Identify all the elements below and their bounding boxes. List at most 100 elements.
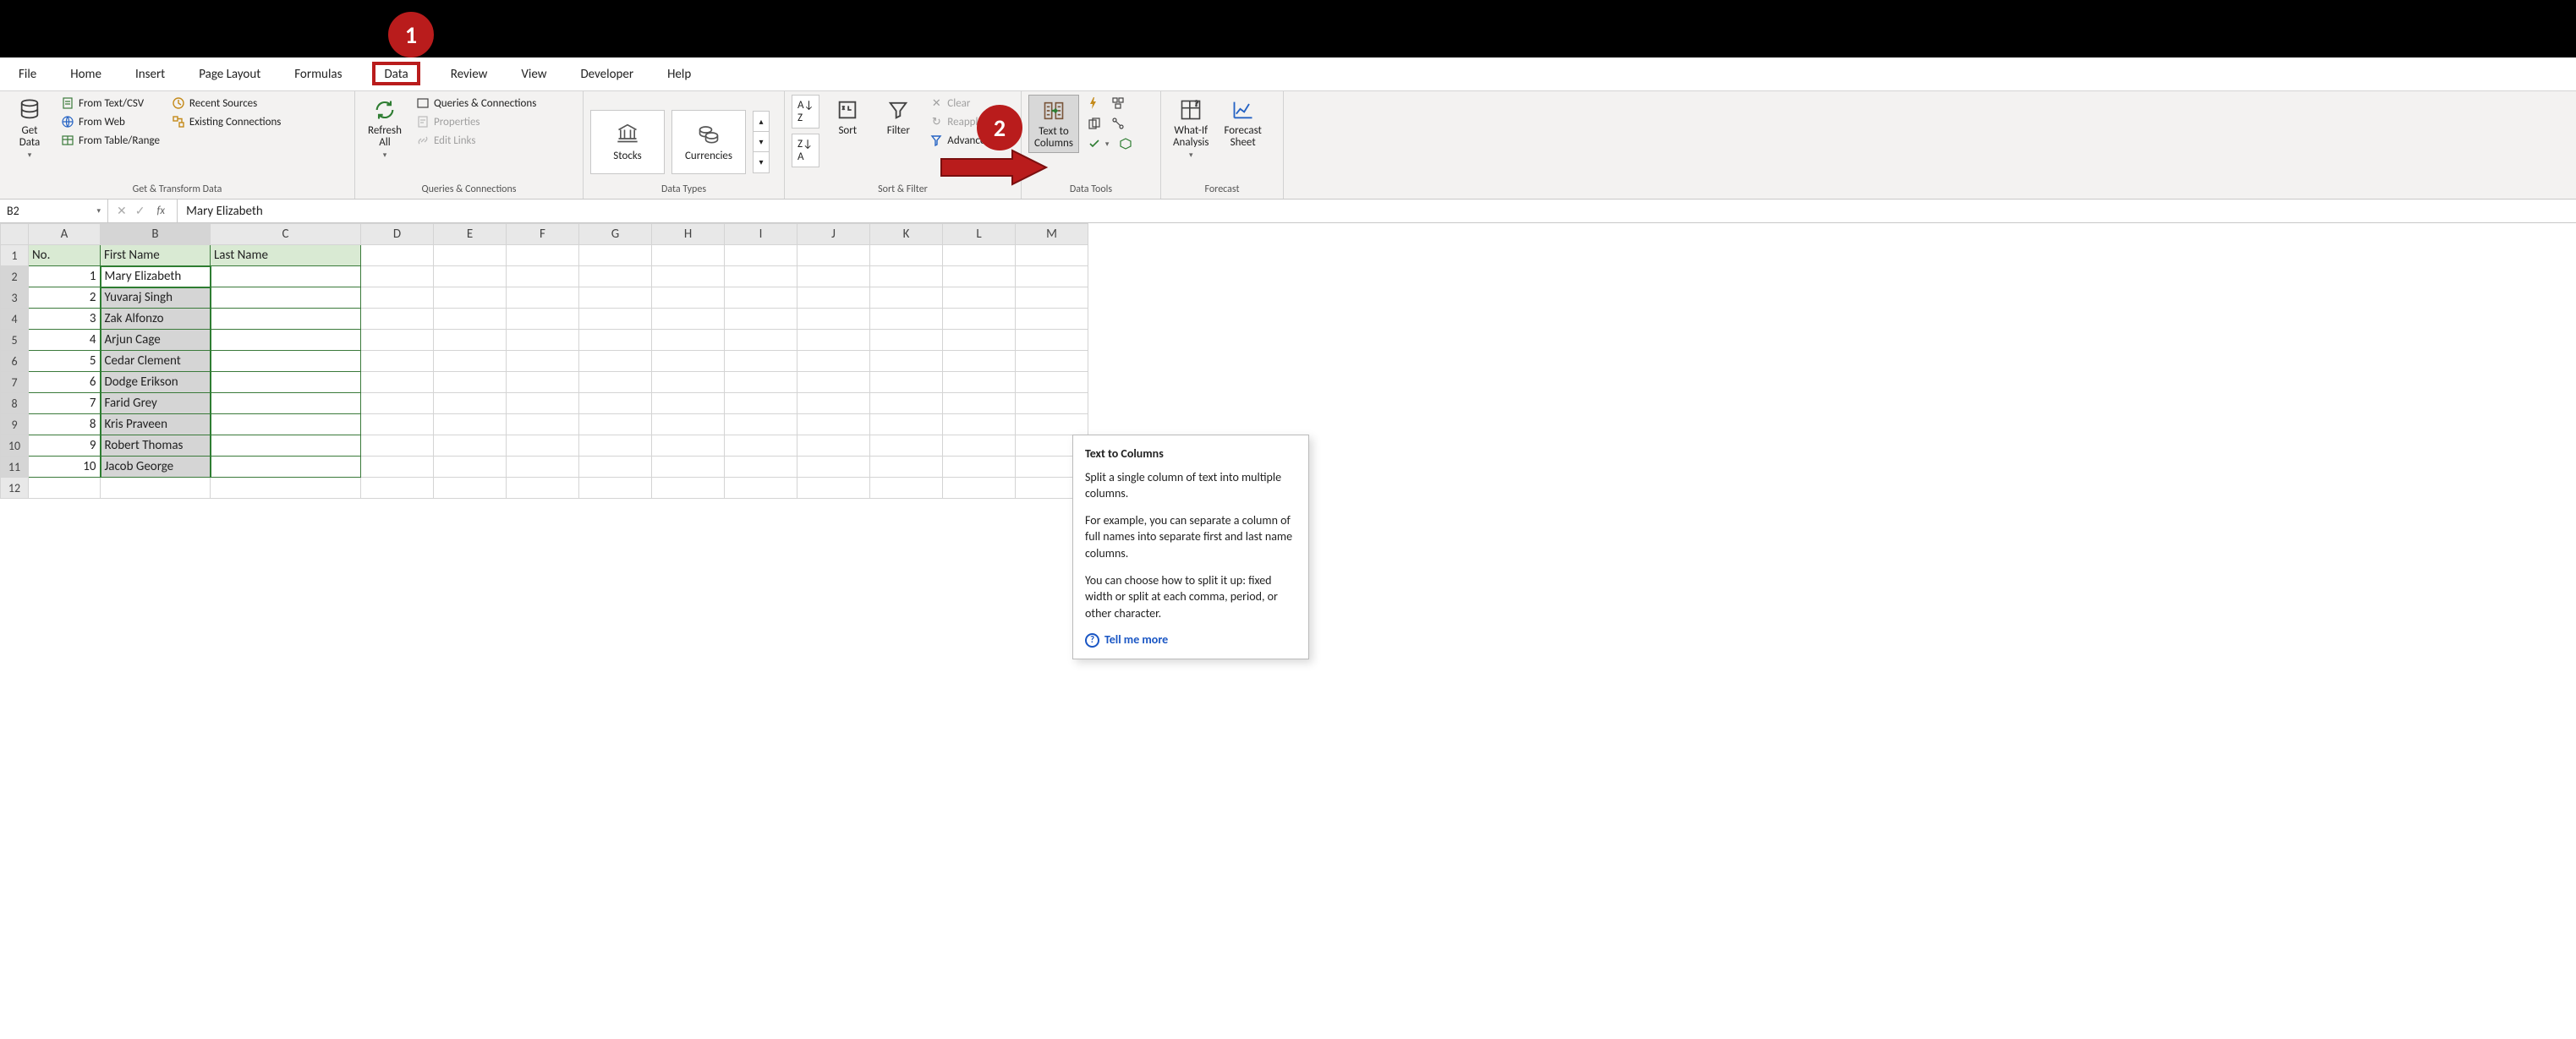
row-header[interactable]: 11 — [1, 457, 29, 478]
data-validation-button[interactable]: ▾ — [1084, 135, 1113, 152]
cell[interactable] — [870, 457, 943, 478]
tab-help[interactable]: Help — [664, 63, 694, 85]
cell[interactable] — [725, 309, 797, 330]
cell[interactable] — [652, 457, 725, 478]
cell[interactable]: No. — [29, 245, 101, 266]
sort-button[interactable]: Sort — [825, 95, 870, 139]
cell[interactable] — [579, 372, 652, 393]
cell[interactable] — [434, 330, 507, 351]
cell[interactable] — [1016, 351, 1088, 372]
cell[interactable] — [434, 435, 507, 457]
cell[interactable] — [579, 287, 652, 309]
cell[interactable] — [725, 435, 797, 457]
row-header[interactable]: 12 — [1, 478, 29, 499]
cell[interactable] — [579, 393, 652, 414]
from-table-button[interactable]: From Table/Range — [58, 132, 163, 149]
from-web-button[interactable]: From Web — [58, 113, 163, 130]
cell[interactable] — [652, 245, 725, 266]
cell[interactable] — [434, 309, 507, 330]
cell[interactable] — [211, 330, 361, 351]
cell[interactable] — [211, 309, 361, 330]
cell[interactable] — [211, 287, 361, 309]
relationships-button[interactable] — [1108, 115, 1128, 132]
cell[interactable]: 8 — [29, 414, 101, 435]
cell[interactable] — [870, 330, 943, 351]
cell[interactable] — [434, 351, 507, 372]
col-header-c[interactable]: C — [211, 224, 361, 245]
tab-pagelayout[interactable]: Page Layout — [195, 63, 264, 85]
cell[interactable] — [870, 266, 943, 287]
col-header-m[interactable]: M — [1016, 224, 1088, 245]
cell[interactable] — [1016, 372, 1088, 393]
cell[interactable] — [434, 372, 507, 393]
fx-icon[interactable]: fx — [153, 205, 168, 217]
col-header-i[interactable]: I — [725, 224, 797, 245]
cell[interactable] — [652, 478, 725, 499]
cell[interactable]: 4 — [29, 330, 101, 351]
cell[interactable]: 3 — [29, 309, 101, 330]
cell[interactable] — [652, 393, 725, 414]
cell[interactable] — [507, 414, 579, 435]
cell[interactable] — [870, 414, 943, 435]
cell[interactable] — [725, 372, 797, 393]
recent-sources-button[interactable]: Recent Sources — [168, 95, 284, 112]
cell[interactable] — [434, 414, 507, 435]
cell[interactable] — [507, 372, 579, 393]
cell[interactable] — [361, 478, 434, 499]
cell[interactable] — [361, 457, 434, 478]
cell[interactable] — [725, 351, 797, 372]
cell[interactable] — [1016, 245, 1088, 266]
currencies-type[interactable]: Currencies — [671, 110, 746, 174]
cell[interactable] — [507, 478, 579, 499]
cell[interactable] — [797, 478, 870, 499]
cell[interactable] — [870, 393, 943, 414]
tab-file[interactable]: File — [15, 63, 40, 85]
cell[interactable] — [434, 245, 507, 266]
cell[interactable] — [211, 457, 361, 478]
cell[interactable] — [361, 372, 434, 393]
cell[interactable]: 2 — [29, 287, 101, 309]
cell[interactable] — [579, 266, 652, 287]
cell[interactable] — [652, 330, 725, 351]
cell[interactable]: First Name — [101, 245, 211, 266]
cell[interactable] — [652, 435, 725, 457]
cell[interactable] — [211, 266, 361, 287]
cell[interactable] — [507, 245, 579, 266]
cell[interactable] — [361, 287, 434, 309]
cell[interactable] — [652, 287, 725, 309]
cell[interactable] — [870, 435, 943, 457]
cell[interactable] — [101, 478, 211, 499]
from-csv-button[interactable]: From Text/CSV — [58, 95, 163, 112]
cell[interactable] — [797, 330, 870, 351]
cell[interactable] — [797, 266, 870, 287]
cell[interactable]: Mary Elizabeth — [101, 266, 211, 287]
data-model-button[interactable] — [1115, 135, 1136, 152]
row-header[interactable]: 5 — [1, 330, 29, 351]
cell[interactable] — [725, 287, 797, 309]
cell[interactable] — [943, 435, 1016, 457]
cell[interactable] — [434, 478, 507, 499]
cell[interactable] — [29, 478, 101, 499]
cell[interactable] — [211, 414, 361, 435]
cell[interactable]: Farid Grey — [101, 393, 211, 414]
cell[interactable] — [361, 266, 434, 287]
queries-conn-button[interactable]: Queries & Connections — [413, 95, 540, 112]
cell[interactable] — [361, 309, 434, 330]
cell[interactable] — [434, 266, 507, 287]
cell[interactable] — [725, 478, 797, 499]
row-header[interactable]: 6 — [1, 351, 29, 372]
cell[interactable] — [797, 351, 870, 372]
name-box[interactable]: B2▾ — [0, 200, 108, 222]
select-all-corner[interactable] — [1, 224, 29, 245]
cell[interactable] — [725, 414, 797, 435]
cell[interactable] — [1016, 266, 1088, 287]
cell[interactable] — [797, 457, 870, 478]
cell[interactable] — [211, 393, 361, 414]
cell[interactable] — [361, 435, 434, 457]
cell[interactable] — [870, 351, 943, 372]
cell[interactable] — [434, 393, 507, 414]
remove-dup-button[interactable] — [1084, 115, 1104, 132]
cell[interactable] — [943, 457, 1016, 478]
cell[interactable] — [1016, 330, 1088, 351]
cell[interactable] — [725, 393, 797, 414]
